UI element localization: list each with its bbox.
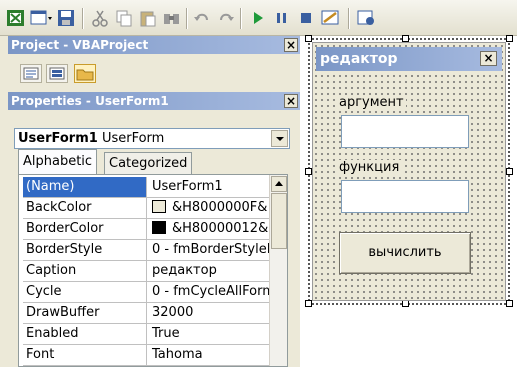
toolbar-separator [82,8,83,29]
userform-caption: редактор [320,51,398,67]
property-value-bordercolor[interactable]: &H80000012& [149,219,269,239]
insert-userform-icon[interactable] [30,8,52,28]
run-icon[interactable] [248,8,268,28]
table-row[interactable]: DrawBuffer 32000 [23,303,269,324]
redo-icon[interactable] [216,8,236,28]
color-swatch [152,221,166,234]
toolbar-separator [186,8,187,29]
property-value[interactable]: 32000 [149,303,269,323]
userform[interactable]: редактор × аргумент функция вычислить [312,42,506,301]
property-name: BackColor [23,198,147,218]
property-value[interactable]: 0 - fmBorderStyleNone [149,240,269,260]
properties-grid: (Name) UserForm1 BackColor &H8000000F& B… [18,174,288,367]
excel-icon[interactable] [6,8,26,28]
standard-toolbar [0,0,517,36]
close-icon[interactable]: × [480,51,497,66]
property-value[interactable]: 0 - fmCycleAllForms [149,282,269,302]
copy-icon[interactable] [114,8,134,28]
table-row[interactable]: BorderStyle 0 - fmBorderStyleNone [23,240,269,261]
project-explorer-icon[interactable] [356,8,376,28]
table-row[interactable]: Enabled True [23,324,269,345]
close-icon[interactable]: × [284,94,298,108]
property-name: DrawBuffer [23,303,147,323]
table-row[interactable]: Cycle 0 - fmCycleAllForms [23,282,269,303]
property-name: BorderStyle [23,240,147,260]
resize-handle[interactable] [506,300,513,307]
paste-icon[interactable] [138,8,158,28]
table-row[interactable]: BorderColor &H80000012& [23,219,269,240]
argument-textbox[interactable] [341,115,469,148]
chevron-down-icon[interactable] [271,130,288,147]
vertical-scrollbar[interactable] [269,175,287,366]
table-row[interactable]: BackColor &H8000000F& [23,198,269,219]
property-value[interactable]: UserForm1 [149,177,269,197]
save-icon[interactable] [56,8,76,28]
property-value-backcolor[interactable]: &H8000000F& [149,198,269,218]
toolbar-separator [240,8,241,29]
resize-handle[interactable] [402,300,409,307]
userform-titlebar[interactable]: редактор × [316,47,502,71]
property-name: Enabled [23,324,147,344]
project-pane-title: Project - VBAProject [11,38,149,52]
property-value: &H80000012& [172,221,269,236]
property-value[interactable]: редактор [149,261,269,281]
view-code-icon[interactable] [20,64,42,83]
vba-editor-window: Project - VBAProject × Properties - User… [0,0,517,367]
properties-pane-titlebar[interactable]: Properties - UserForm1 × [8,92,300,110]
table-row[interactable]: (Name) UserForm1 [23,177,269,198]
property-name: Cycle [23,282,147,302]
resize-handle[interactable] [305,168,312,175]
undo-icon[interactable] [192,8,212,28]
reset-icon[interactable] [296,8,316,28]
tab-categorized[interactable]: Categorized [104,152,193,174]
left-dock: Project - VBAProject × Properties - User… [0,36,300,367]
object-type: UserForm [101,131,165,146]
property-name: BorderColor [23,219,147,239]
function-textbox[interactable] [341,180,469,213]
label-function[interactable]: функция [337,160,402,175]
break-icon[interactable] [272,8,292,28]
label-argument[interactable]: аргумент [337,95,406,110]
table-row[interactable]: Caption редактор [23,261,269,282]
property-value: &H8000000F& [172,200,268,215]
properties-pane-title: Properties - UserForm1 [11,94,169,108]
resize-handle[interactable] [305,300,312,307]
project-explorer-toolbar [8,54,300,92]
resize-handle[interactable] [506,35,513,42]
object-selector[interactable]: UserForm1 UserForm [14,128,290,149]
color-swatch [152,200,166,213]
form-designer: редактор × аргумент функция вычислить [300,35,517,367]
calculate-button[interactable]: вычислить [339,232,471,274]
tab-alphabetic[interactable]: Alphabetic [18,149,98,174]
find-icon[interactable] [162,8,182,28]
project-pane-titlebar[interactable]: Project - VBAProject × [8,36,300,54]
object-name: UserForm1 [18,131,98,146]
resize-handle[interactable] [506,168,513,175]
property-name: (Name) [23,177,147,197]
property-name: Caption [23,261,147,281]
design-mode-icon[interactable] [320,8,340,28]
cut-icon[interactable] [90,8,110,28]
close-icon[interactable]: × [284,38,298,52]
table-row[interactable]: Font Tahoma [23,345,269,366]
scroll-up-icon[interactable] [271,176,287,192]
property-name: Font [23,345,147,365]
resize-handle[interactable] [305,35,312,42]
resize-handle[interactable] [402,35,409,42]
property-value[interactable]: Tahoma [149,345,269,365]
view-object-icon[interactable] [46,64,68,83]
toolbar-separator [348,8,349,29]
scroll-thumb[interactable] [271,193,287,249]
toggle-folders-icon[interactable] [74,64,96,83]
property-value[interactable]: True [149,324,269,344]
